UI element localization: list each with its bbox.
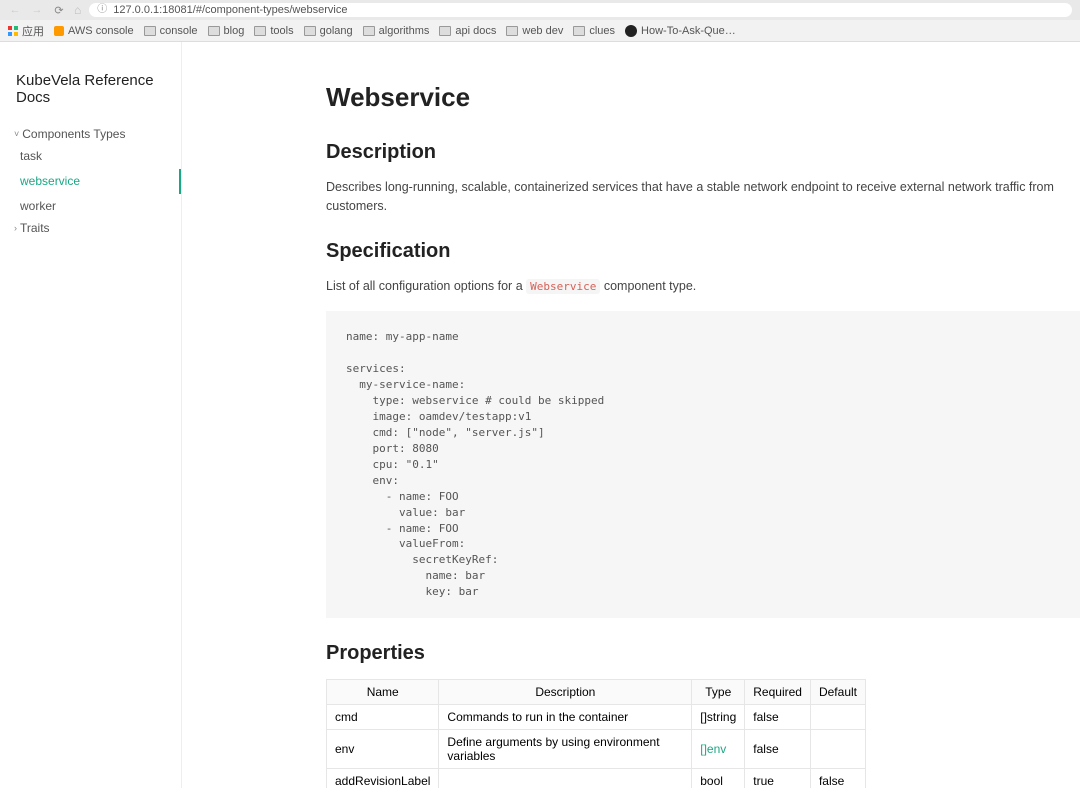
nav-home-icon[interactable]: ⌂ bbox=[74, 3, 81, 17]
bookmark-label: algorithms bbox=[379, 25, 430, 37]
folder-icon bbox=[363, 26, 375, 36]
sidebar-group-label: Components Types bbox=[22, 127, 125, 141]
prop-required: false bbox=[745, 705, 811, 730]
sidebar-group-components[interactable]: ˅ Components Types bbox=[0, 124, 181, 144]
bookmark-label: api docs bbox=[455, 25, 496, 37]
bookmark-item[interactable]: console bbox=[144, 25, 198, 37]
prop-type: bool bbox=[692, 769, 745, 788]
folder-icon bbox=[573, 26, 585, 36]
section-description-heading: Description bbox=[326, 141, 1080, 164]
table-header: Default bbox=[810, 680, 865, 705]
type-link[interactable]: []env bbox=[700, 742, 726, 756]
bookmark-label: clues bbox=[589, 25, 615, 37]
bookmark-item[interactable]: golang bbox=[304, 25, 353, 37]
aws-icon bbox=[54, 26, 64, 36]
table-header: Name bbox=[327, 680, 439, 705]
table-header: Type bbox=[692, 680, 745, 705]
prop-default: false bbox=[810, 769, 865, 788]
apps-icon bbox=[8, 26, 18, 36]
specification-text: List of all configuration options for a … bbox=[326, 277, 1080, 296]
bookmark-label: blog bbox=[224, 25, 245, 37]
brand-title: KubeVela Reference Docs bbox=[0, 58, 181, 124]
sidebar: KubeVela Reference Docs ˅ Components Typ… bbox=[0, 42, 182, 788]
bookmark-item[interactable]: How-To-Ask-Que… bbox=[625, 25, 736, 37]
nav-forward-icon[interactable]: → bbox=[30, 4, 44, 16]
prop-name: addRevisionLabel bbox=[327, 769, 439, 788]
prop-name: env bbox=[327, 730, 439, 769]
prop-type: []env bbox=[692, 730, 745, 769]
folder-icon bbox=[439, 26, 451, 36]
bookmark-item[interactable]: clues bbox=[573, 25, 615, 37]
prop-description: Define arguments by using environment va… bbox=[439, 730, 692, 769]
folder-icon bbox=[254, 26, 266, 36]
bookmarks-bar: 应用 AWS console console blog tools golang algor… bbox=[0, 20, 1080, 42]
prop-default bbox=[810, 705, 865, 730]
bookmark-item[interactable]: tools bbox=[254, 25, 293, 37]
nav-reload-icon[interactable]: ⟳ bbox=[52, 4, 66, 17]
table-header: Description bbox=[439, 680, 692, 705]
bookmark-label: web dev bbox=[522, 25, 563, 37]
bookmark-item[interactable]: blog bbox=[208, 25, 245, 37]
chevron-right-icon: › bbox=[14, 223, 17, 233]
prop-description bbox=[439, 769, 692, 788]
folder-icon bbox=[304, 26, 316, 36]
sidebar-item-worker[interactable]: worker bbox=[0, 194, 181, 219]
browser-toolbar: ← → ⟳ ⌂ ⓘ 127.0.0.1:18081/#/component-ty… bbox=[0, 0, 1080, 20]
bookmark-label: golang bbox=[320, 25, 353, 37]
url-text: 127.0.0.1:18081/#/component-types/webser… bbox=[113, 3, 347, 17]
bookmark-item[interactable]: 应用 bbox=[8, 23, 44, 39]
bookmark-item[interactable]: algorithms bbox=[363, 25, 430, 37]
sidebar-group-label: Traits bbox=[20, 221, 50, 235]
bookmark-label: tools bbox=[270, 25, 293, 37]
sidebar-item-task[interactable]: task bbox=[0, 144, 181, 169]
folder-icon bbox=[208, 26, 220, 36]
bookmark-item[interactable]: api docs bbox=[439, 25, 496, 37]
sidebar-item-webservice[interactable]: webservice bbox=[0, 169, 181, 194]
content-area: Webservice Description Describes long-ru… bbox=[182, 42, 1080, 788]
folder-icon bbox=[144, 26, 156, 36]
bookmark-item[interactable]: web dev bbox=[506, 25, 563, 37]
page-title: Webservice bbox=[326, 82, 1080, 113]
gh-icon bbox=[625, 25, 637, 37]
prop-type: []string bbox=[692, 705, 745, 730]
description-text: Describes long-running, scalable, contai… bbox=[326, 178, 1080, 216]
table-row: cmdCommands to run in the container[]str… bbox=[327, 705, 866, 730]
bookmark-label: AWS console bbox=[68, 25, 134, 37]
yaml-code-block: name: my-app-name services: my-service-n… bbox=[326, 311, 1080, 618]
prop-description: Commands to run in the container bbox=[439, 705, 692, 730]
address-bar[interactable]: ⓘ 127.0.0.1:18081/#/component-types/webs… bbox=[89, 3, 1072, 17]
chevron-down-icon: ˅ bbox=[14, 129, 19, 139]
nav-back-icon[interactable]: ← bbox=[8, 4, 22, 16]
prop-required: false bbox=[745, 730, 811, 769]
table-row: envDefine arguments by using environment… bbox=[327, 730, 866, 769]
section-specification-heading: Specification bbox=[326, 240, 1080, 263]
folder-icon bbox=[506, 26, 518, 36]
bookmark-label: console bbox=[160, 25, 198, 37]
inline-code: Webservice bbox=[526, 279, 600, 294]
prop-required: true bbox=[745, 769, 811, 788]
page-root: KubeVela Reference Docs ˅ Components Typ… bbox=[0, 42, 1080, 788]
site-info-icon: ⓘ bbox=[97, 3, 107, 17]
table-header: Required bbox=[745, 680, 811, 705]
sidebar-group-traits[interactable]: › Traits bbox=[0, 218, 181, 238]
bookmark-item[interactable]: AWS console bbox=[54, 25, 134, 37]
prop-default bbox=[810, 730, 865, 769]
properties-table: NameDescriptionTypeRequiredDefault cmdCo… bbox=[326, 679, 866, 788]
table-row: addRevisionLabel booltruefalse bbox=[327, 769, 866, 788]
bookmark-label: How-To-Ask-Que… bbox=[641, 25, 736, 37]
bookmark-label: 应用 bbox=[22, 23, 44, 39]
section-properties-heading: Properties bbox=[326, 642, 1080, 665]
prop-name: cmd bbox=[327, 705, 439, 730]
